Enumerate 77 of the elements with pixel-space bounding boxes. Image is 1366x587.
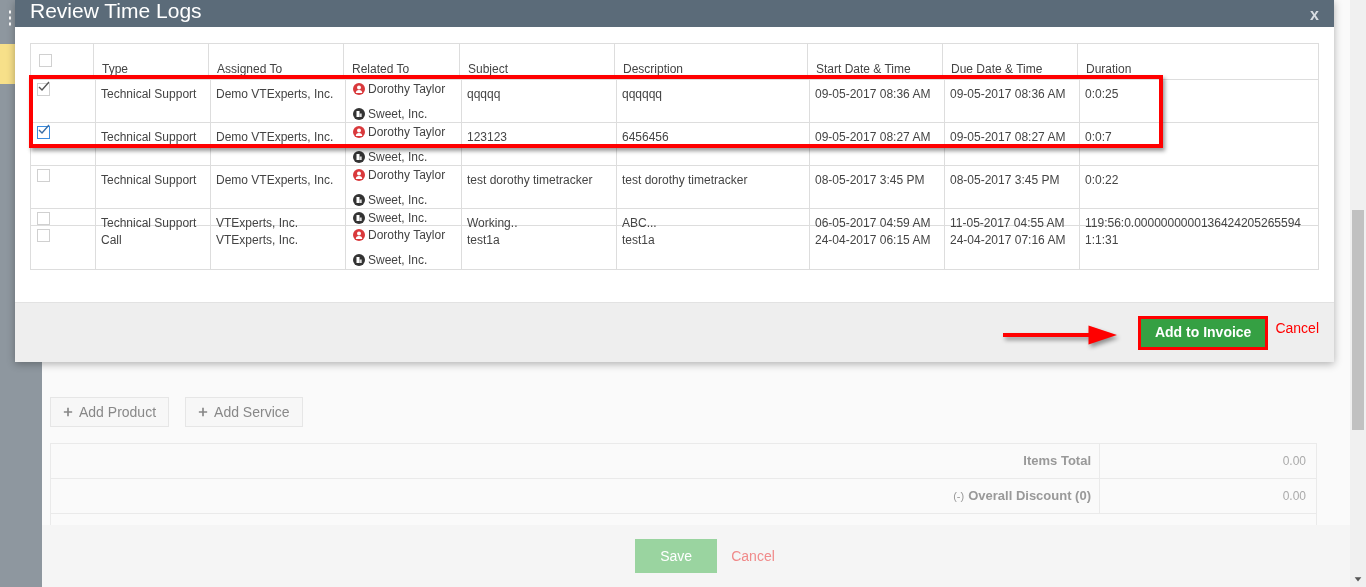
table-cell: 08-05-2017 3:45 PM — [815, 173, 925, 187]
building-icon — [353, 194, 365, 206]
related-record[interactable]: Sweet, Inc. — [368, 252, 428, 268]
scrollbar[interactable] — [1350, 0, 1366, 587]
table-cell: 11-05-2017 04:55 AM — [950, 216, 1065, 230]
checkbox[interactable] — [37, 229, 50, 242]
total-value: 0.00 — [1282, 453, 1306, 470]
scroll-down-icon[interactable] — [1353, 574, 1363, 584]
building-icon — [353, 108, 365, 120]
column-header: Assigned To — [217, 62, 283, 76]
table-cell: Demo VTExperts, Inc. — [216, 173, 334, 187]
total-label: Items Total — [1023, 452, 1091, 471]
table-cell: test1a — [622, 233, 655, 247]
table-cell: Working.. — [467, 216, 518, 230]
table-cell: test dorothy timetracker — [622, 173, 748, 187]
column-header: Due Date & Time — [951, 62, 1043, 76]
person-icon — [353, 83, 365, 95]
related-record[interactable]: Dorothy Taylor — [368, 227, 446, 243]
table-cell: 09-05-2017 08:27 AM — [950, 130, 1066, 144]
table-cell: 0:0:7 — [1085, 130, 1112, 144]
checkbox[interactable] — [37, 169, 50, 182]
checkbox[interactable] — [37, 212, 50, 225]
table-cell: 24-04-2017 07:16 AM — [950, 233, 1066, 247]
table-cell: 0:0:22 — [1085, 173, 1119, 187]
column-header: Type — [102, 62, 128, 76]
column-header: Related To — [352, 62, 410, 76]
building-icon — [353, 151, 365, 163]
table-cell: qqqqqq — [622, 87, 663, 101]
table-cell: 09-05-2017 08:36 AM — [815, 87, 931, 101]
table-cell: Technical Support — [101, 216, 197, 230]
building-icon — [353, 254, 365, 266]
total-label: Overall Discount (0) — [968, 487, 1091, 506]
close-button[interactable]: x — [1310, 6, 1319, 24]
column-header: Duration — [1086, 62, 1132, 76]
column-header: Subject — [468, 62, 509, 76]
sidebar-tab[interactable] — [0, 44, 15, 84]
table-cell: test1a — [467, 233, 500, 247]
table-cell: Technical Support — [101, 130, 197, 144]
table-cell: 119:56:0.0000000000136424205265594 — [1085, 216, 1301, 230]
table-cell: 1:1:31 — [1085, 233, 1119, 247]
person-icon — [353, 229, 365, 241]
table-cell: Technical Support — [101, 87, 197, 101]
total-value: 0.00 — [1282, 488, 1306, 505]
related-record[interactable]: Dorothy Taylor — [368, 167, 446, 183]
table-cell: 09-05-2017 08:27 AM — [815, 130, 931, 144]
table-cell: 09-05-2017 08:36 AM — [950, 87, 1066, 101]
table-cell: 123123 — [467, 130, 508, 144]
minus-label: (-) — [953, 488, 965, 504]
checkbox[interactable] — [39, 54, 52, 67]
table-cell: 0:0:25 — [1085, 87, 1119, 101]
table-cell: Technical Support — [101, 173, 197, 187]
table-cell: test dorothy timetracker — [467, 173, 593, 187]
modal-title: Review Time Logs — [30, 0, 202, 22]
related-record[interactable]: Sweet, Inc. — [368, 149, 428, 165]
person-icon — [353, 169, 365, 181]
table-cell: ABC... — [622, 216, 657, 230]
table-cell: 6456456 — [622, 130, 669, 144]
table-cell: Demo VTExperts, Inc. — [216, 130, 334, 144]
table-cell: VTExperts, Inc. — [216, 216, 299, 230]
table-cell: Call — [101, 233, 122, 247]
table-cell: 06-05-2017 04:59 AM — [815, 216, 931, 230]
scrollbar-thumb[interactable] — [1352, 210, 1364, 430]
table-cell: 24-04-2017 06:15 AM — [815, 233, 931, 247]
related-record[interactable]: Sweet, Inc. — [368, 210, 428, 226]
plus-icon — [63, 407, 73, 417]
table-cell: qqqqq — [467, 87, 501, 101]
plus-icon — [198, 407, 209, 417]
column-header: Description — [623, 62, 684, 76]
related-record[interactable]: Sweet, Inc. — [368, 192, 428, 208]
column-header: Start Date & Time — [816, 62, 911, 76]
related-record[interactable]: Sweet, Inc. — [368, 106, 428, 122]
related-record[interactable]: Dorothy Taylor — [368, 124, 446, 140]
table-cell: 08-05-2017 3:45 PM — [950, 173, 1060, 187]
table-cell: Demo VTExperts, Inc. — [216, 87, 334, 101]
related-record[interactable]: Dorothy Taylor — [368, 81, 446, 97]
person-icon — [353, 126, 365, 138]
table-cell: VTExperts, Inc. — [216, 233, 299, 247]
